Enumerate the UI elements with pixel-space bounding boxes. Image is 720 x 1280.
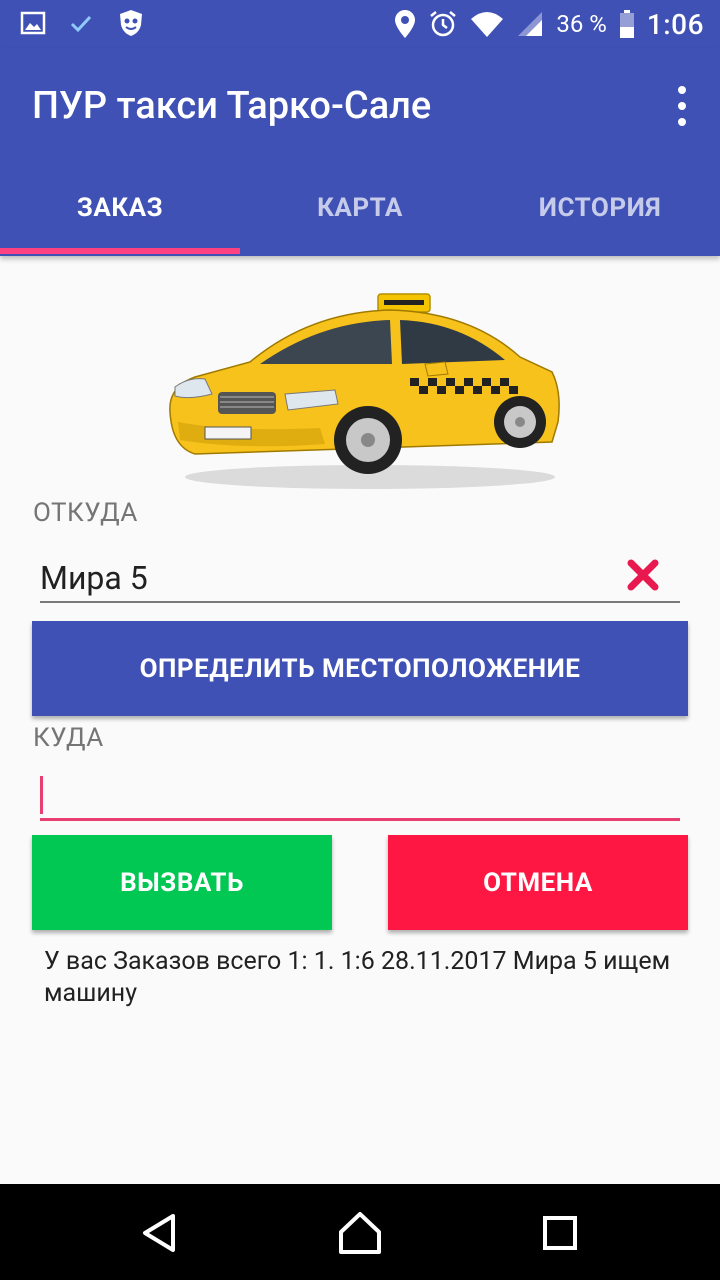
battery-percent: 36 % <box>556 10 607 38</box>
back-icon[interactable] <box>135 1208 185 1258</box>
shield-icon <box>120 10 142 36</box>
close-icon[interactable] <box>624 556 662 594</box>
more-vert-icon[interactable] <box>672 86 692 126</box>
status-bar: 36 % 1:06 <box>0 0 720 48</box>
locate-button[interactable]: ОПРЕДЕЛИТЬ МЕСТОПОЛОЖЕНИЕ <box>32 621 688 716</box>
alarm-icon <box>430 11 457 37</box>
cancel-button[interactable]: ОТМЕНА <box>388 835 688 930</box>
check-icon <box>70 15 92 33</box>
recents-icon[interactable] <box>535 1208 585 1258</box>
app-bar: ПУР такси Тарко-Сале ЗАКАЗ КАРТА ИСТОРИЯ <box>0 48 720 256</box>
battery-icon <box>619 10 634 38</box>
tab-indicator <box>0 248 240 254</box>
call-taxi-button[interactable]: ВЫЗВАТЬ <box>32 835 332 930</box>
tab-map[interactable]: КАРТА <box>240 160 480 256</box>
tab-bar: ЗАКАЗ КАРТА ИСТОРИЯ <box>0 160 720 256</box>
image-icon <box>20 11 46 35</box>
tab-history[interactable]: ИСТОРИЯ <box>480 160 720 256</box>
signal-icon <box>518 12 543 36</box>
home-icon[interactable] <box>335 1208 385 1258</box>
navigation-bar <box>0 1184 720 1280</box>
text-cursor <box>40 776 43 814</box>
to-address-input[interactable] <box>40 772 680 821</box>
taxi-car-image <box>169 293 560 489</box>
to-label: КУДА <box>33 723 104 753</box>
location-icon <box>395 10 416 38</box>
from-address-input[interactable] <box>40 555 680 603</box>
app-title: ПУР такси Тарко-Сале <box>32 84 432 128</box>
tab-order[interactable]: ЗАКАЗ <box>0 160 240 256</box>
clock: 1:06 <box>646 7 704 41</box>
wifi-icon <box>471 12 504 37</box>
order-status-text: У вас Заказов всего 1: 1. 1:6 28.11.2017… <box>44 947 671 1008</box>
from-label: ОТКУДА <box>33 498 138 528</box>
